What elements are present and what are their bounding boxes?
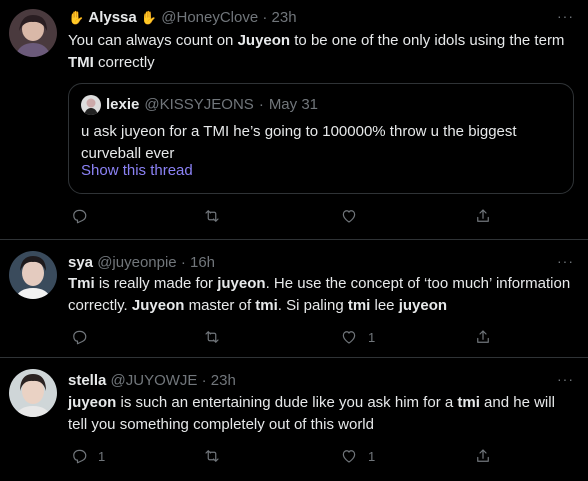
share-button[interactable] <box>474 327 492 347</box>
tweet-text: Tmi is really made for juyeon. He use th… <box>68 275 571 314</box>
share-icon <box>477 209 489 222</box>
retweet-button[interactable] <box>203 327 231 347</box>
retweet-icon <box>205 450 219 462</box>
reply-button[interactable] <box>70 206 98 226</box>
more-icon[interactable]: ··· <box>557 371 574 387</box>
display-name[interactable]: Alyssa <box>88 9 136 26</box>
separator: · <box>180 254 186 271</box>
quote-text: u ask juyeon for a TMI he’s going to 100… <box>81 123 517 162</box>
reply-icon <box>73 209 87 224</box>
username[interactable]: @juyeonpie <box>97 254 176 271</box>
hand-emoji: ✋ <box>140 10 158 25</box>
quote-header: lexie @KISSYJEONS · May 31 <box>81 95 318 115</box>
retweet-button[interactable] <box>203 446 231 466</box>
retweet-icon <box>205 210 219 222</box>
display-name[interactable]: stella <box>68 372 106 389</box>
avatar <box>81 95 101 115</box>
retweet-icon <box>205 331 219 343</box>
show-thread-link[interactable]: Show this thread <box>81 162 193 179</box>
timestamp[interactable]: 16h <box>190 254 215 271</box>
tweet-actions: 1 1 <box>68 446 508 466</box>
share-icon <box>477 330 489 343</box>
reply-button[interactable]: 1 <box>70 446 105 466</box>
like-button[interactable]: 1 <box>340 327 375 347</box>
quoted-tweet[interactable]: lexie @KISSYJEONS · May 31 u ask juyeon … <box>68 83 574 194</box>
heart-icon <box>342 450 356 463</box>
tweet-actions: 1 <box>68 327 508 347</box>
reply-count: 1 <box>98 448 106 464</box>
hand-emoji: ✋ <box>68 10 85 25</box>
username[interactable]: @JUYOWJE <box>111 372 198 389</box>
display-name[interactable]: sya <box>68 254 93 271</box>
tweet-header: stella @JUYOWJE · 23h <box>68 371 236 391</box>
reply-icon <box>73 330 87 345</box>
tweet-text: juyeon is such an entertaining dude like… <box>68 394 555 433</box>
timestamp: May 31 <box>268 96 319 113</box>
avatar[interactable] <box>9 369 57 417</box>
avatar[interactable] <box>9 251 57 299</box>
reply-button[interactable] <box>70 327 98 347</box>
like-button[interactable] <box>340 206 368 226</box>
tweet-header: ✋ Alyssa ✋ @HoneyClove · 23h <box>68 8 297 28</box>
more-icon[interactable]: ··· <box>557 253 574 269</box>
like-count: 1 <box>368 329 376 345</box>
like-count: 1 <box>368 448 376 464</box>
username[interactable]: @HoneyClove <box>161 9 258 26</box>
reply-icon <box>73 449 87 464</box>
tweet-text: You can always count on Juyeon to be one… <box>68 32 565 71</box>
heart-icon <box>342 331 356 344</box>
timestamp[interactable]: 23h <box>211 372 236 389</box>
username: @KISSYJEONS <box>144 96 254 113</box>
separator: · <box>262 9 268 26</box>
separator: · <box>201 372 207 389</box>
timestamp[interactable]: 23h <box>272 9 297 26</box>
display-name: lexie <box>106 96 140 113</box>
tweet-3[interactable]: stella @JUYOWJE · 23h ··· juyeon is such… <box>0 358 588 481</box>
separator: · <box>258 96 264 113</box>
share-icon <box>477 449 489 462</box>
share-button[interactable] <box>474 446 492 466</box>
avatar[interactable] <box>9 9 57 57</box>
tweet-2[interactable]: sya @juyeonpie · 16h ··· Tmi is really m… <box>0 240 588 358</box>
tweet-1[interactable]: ✋ Alyssa ✋ @HoneyClove · 23h ··· You can… <box>0 0 588 240</box>
heart-icon <box>342 210 356 223</box>
share-button[interactable] <box>474 206 492 226</box>
like-button[interactable]: 1 <box>340 446 375 466</box>
retweet-button[interactable] <box>203 206 231 226</box>
tweet-actions <box>68 206 508 226</box>
tweet-header: sya @juyeonpie · 16h <box>68 253 215 273</box>
more-icon[interactable]: ··· <box>557 8 574 24</box>
